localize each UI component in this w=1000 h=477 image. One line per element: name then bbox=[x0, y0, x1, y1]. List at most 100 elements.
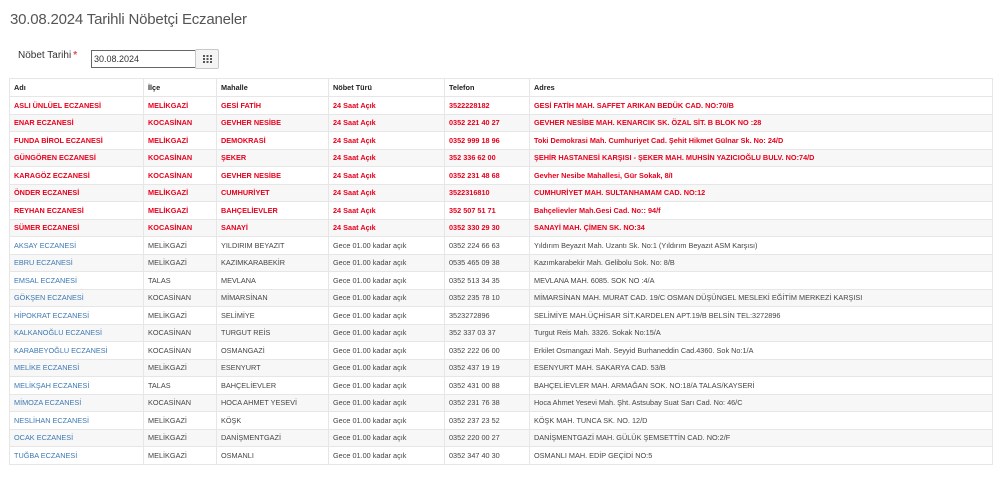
table-row: MELİKŞAH ECZANESİ TALAS BAHÇELİEVLER Gece 0… bbox=[9, 376, 993, 395]
pharmacy-name: GÜNGÖREN ECZANESİ bbox=[9, 148, 144, 167]
district: MELİKGAZİ bbox=[143, 358, 217, 377]
date-filter-label: Nöbet Tarihi * bbox=[18, 50, 77, 61]
district: MELİKGAZİ bbox=[143, 411, 217, 430]
phone: 352 507 51 71 bbox=[444, 201, 530, 220]
pharmacy-name[interactable]: EMSAL ECZANESİ bbox=[9, 271, 144, 290]
table-header-row: Adı İlçe Mahalle Nöbet Türü Telefon Adre… bbox=[9, 78, 993, 97]
district: KOCASİNAN bbox=[143, 393, 217, 412]
district: KOCASİNAN bbox=[143, 113, 217, 132]
address: Hoca Ahmet Yesevi Mah. Şht. Astsubay Sua… bbox=[529, 393, 993, 412]
phone: 0352 431 00 88 bbox=[444, 376, 530, 395]
pharmacy-name[interactable]: KARABEYOĞLU ECZANESİ bbox=[9, 341, 144, 360]
address: OSMANLI MAH. EDİP GEÇİDİ NO:5 bbox=[529, 446, 993, 465]
address: Yıldırım Beyazıt Mah. Uzantı Sk. No:1 (Y… bbox=[529, 236, 993, 255]
pharmacy-name[interactable]: AKSAY ECZANESİ bbox=[9, 236, 144, 255]
neighborhood: ŞEKER bbox=[216, 148, 329, 167]
pharmacy-name[interactable]: GÖKŞEN ECZANESİ bbox=[9, 288, 144, 307]
duty-type: Gece 01.00 kadar açık bbox=[328, 358, 445, 377]
header-neighborhood[interactable]: Mahalle bbox=[216, 78, 329, 97]
phone: 3522228182 bbox=[444, 96, 530, 115]
neighborhood: GEVHER NESİBE bbox=[216, 113, 329, 132]
duty-type: Gece 01.00 kadar açık bbox=[328, 253, 445, 272]
neighborhood: OSMANLI bbox=[216, 446, 329, 465]
pharmacy-name[interactable]: OCAK ECZANESİ bbox=[9, 428, 144, 447]
address: SELİMİYE MAH.ÜÇHİSAR SİT.KARDELEN APT.19… bbox=[529, 306, 993, 325]
phone: 0352 237 23 52 bbox=[444, 411, 530, 430]
district: KOCASİNAN bbox=[143, 218, 217, 237]
table-row: TUĞBA ECZANESİ MELİKGAZİ OSMANLI Gece 01.00… bbox=[9, 446, 993, 465]
date-filter-label-text: Nöbet Tarihi bbox=[18, 50, 72, 61]
duty-type: Gece 01.00 kadar açık bbox=[328, 306, 445, 325]
address: Erkilet Osmangazi Mah. Seyyid Burhaneddi… bbox=[529, 341, 993, 360]
header-name[interactable]: Adı bbox=[9, 78, 144, 97]
phone: 0352 437 19 19 bbox=[444, 358, 530, 377]
page-title: 30.08.2024 Tarihli Nöbetçi Eczaneler bbox=[10, 11, 247, 28]
duty-type: 24 Saat Açık bbox=[328, 218, 445, 237]
phone: 0352 231 48 68 bbox=[444, 166, 530, 185]
duty-type: 24 Saat Açık bbox=[328, 96, 445, 115]
calendar-icon bbox=[202, 55, 212, 63]
neighborhood: SELİMİYE bbox=[216, 306, 329, 325]
district: MELİKGAZİ bbox=[143, 131, 217, 150]
address: Gevher Nesibe Mahallesi, Gür Sokak, 8/I bbox=[529, 166, 993, 185]
duty-type: Gece 01.00 kadar açık bbox=[328, 428, 445, 447]
duty-type: 24 Saat Açık bbox=[328, 166, 445, 185]
date-input[interactable] bbox=[91, 50, 196, 68]
pharmacy-name[interactable]: EBRU ECZANESİ bbox=[9, 253, 144, 272]
address: MEVLANA MAH. 6085. SOK NO :4/A bbox=[529, 271, 993, 290]
duty-type: Gece 01.00 kadar açık bbox=[328, 376, 445, 395]
neighborhood: SANAYİ bbox=[216, 218, 329, 237]
phone: 0352 221 40 27 bbox=[444, 113, 530, 132]
pharmacy-name: ENAR ECZANESİ bbox=[9, 113, 144, 132]
neighborhood: BAHÇELİEVLER bbox=[216, 376, 329, 395]
header-phone[interactable]: Telefon bbox=[444, 78, 530, 97]
table-row: FUNDA BİROL ECZANESİ MELİKGAZİ DEMOKRASİ 24… bbox=[9, 131, 993, 150]
phone: 0352 231 76 38 bbox=[444, 393, 530, 412]
neighborhood: MEVLANA bbox=[216, 271, 329, 290]
pharmacy-name[interactable]: MELİKŞAH ECZANESİ bbox=[9, 376, 144, 395]
district: TALAS bbox=[143, 376, 217, 395]
pharmacy-name[interactable]: KALKANOĞLU ECZANESİ bbox=[9, 323, 144, 342]
duty-type: Gece 01.00 kadar açık bbox=[328, 271, 445, 290]
address: ESENYURT MAH. SAKARYA CAD. 53/B bbox=[529, 358, 993, 377]
duty-type: Gece 01.00 kadar açık bbox=[328, 411, 445, 430]
pharmacy-name[interactable]: MİMOZA ECZANESİ bbox=[9, 393, 144, 412]
table-row: MİMOZA ECZANESİ KOCASİNAN HOCA AHMET YESEV… bbox=[9, 393, 993, 412]
table-row: SÜMER ECZANESİ KOCASİNAN SANAYİ 24 Saat Açı… bbox=[9, 218, 993, 237]
address: Kazımkarabekir Mah. Gelibolu Sok. No: 8/… bbox=[529, 253, 993, 272]
duty-type: 24 Saat Açık bbox=[328, 113, 445, 132]
header-duty-type[interactable]: Nöbet Türü bbox=[328, 78, 445, 97]
neighborhood: HOCA AHMET YESEVİ bbox=[216, 393, 329, 412]
required-mark: * bbox=[73, 50, 78, 61]
table-row: KARAGÖZ ECZANESİ KOCASİNAN GEVHER NESİBE 24… bbox=[9, 166, 993, 185]
calendar-button[interactable] bbox=[195, 49, 219, 69]
address: KÖŞK MAH. TUNCA SK. NO. 12/D bbox=[529, 411, 993, 430]
district: TALAS bbox=[143, 271, 217, 290]
address: SANAYİ MAH. ÇİMEN SK. NO:34 bbox=[529, 218, 993, 237]
neighborhood: DEMOKRASİ bbox=[216, 131, 329, 150]
pharmacy-name: REYHAN ECZANESİ bbox=[9, 201, 144, 220]
header-district[interactable]: İlçe bbox=[143, 78, 217, 97]
address: Toki Demokrasi Mah. Cumhuriyet Cad. Şehi… bbox=[529, 131, 993, 150]
pharmacy-name: ÖNDER ECZANESİ bbox=[9, 183, 144, 202]
pharmacy-name[interactable]: HİPOKRAT ECZANESİ bbox=[9, 306, 144, 325]
duty-type: 24 Saat Açık bbox=[328, 148, 445, 167]
pharmacy-name: FUNDA BİROL ECZANESİ bbox=[9, 131, 144, 150]
pharmacy-name[interactable]: NESLİHAN ECZANESİ bbox=[9, 411, 144, 430]
phone: 352 337 03 37 bbox=[444, 323, 530, 342]
pharmacy-name[interactable]: TUĞBA ECZANESİ bbox=[9, 446, 144, 465]
duty-type: Gece 01.00 kadar açık bbox=[328, 393, 445, 412]
table-row: AKSAY ECZANESİ MELİKGAZİ YILDIRIM BEYAZIT G… bbox=[9, 236, 993, 255]
address: GESİ FATİH MAH. SAFFET ARIKAN BEDÜK CAD.… bbox=[529, 96, 993, 115]
phone: 3522316810 bbox=[444, 183, 530, 202]
duty-type: Gece 01.00 kadar açık bbox=[328, 341, 445, 360]
pharmacy-name[interactable]: MELİKE ECZANESİ bbox=[9, 358, 144, 377]
district: MELİKGAZİ bbox=[143, 306, 217, 325]
duty-type: 24 Saat Açık bbox=[328, 131, 445, 150]
neighborhood: OSMANGAZİ bbox=[216, 341, 329, 360]
district: KOCASİNAN bbox=[143, 341, 217, 360]
district: MELİKGAZİ bbox=[143, 428, 217, 447]
neighborhood: DANİŞMENTGAZİ bbox=[216, 428, 329, 447]
neighborhood: KAZIMKARABEKİR bbox=[216, 253, 329, 272]
header-address[interactable]: Adres bbox=[529, 78, 993, 97]
